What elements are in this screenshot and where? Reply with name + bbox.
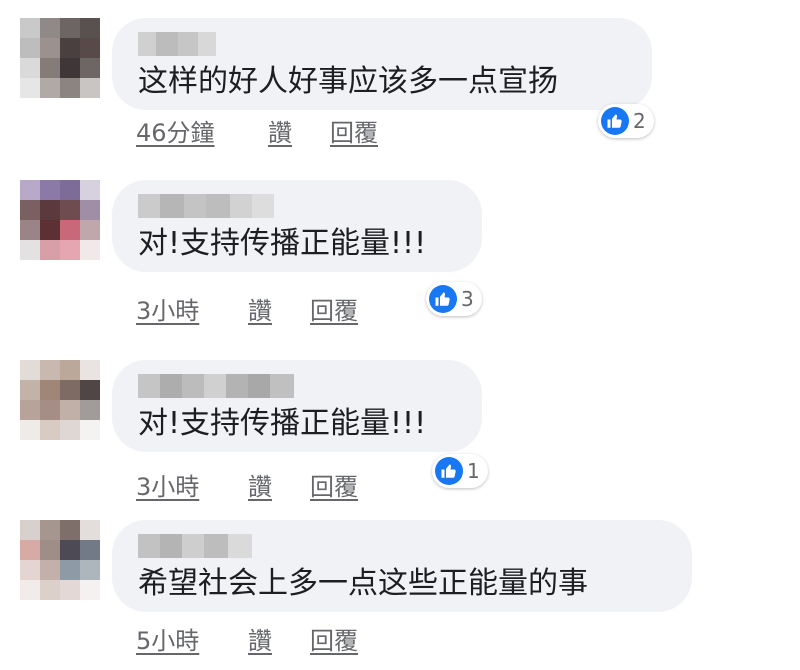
comment-text: 对!支持传播正能量!!!: [138, 226, 427, 261]
reaction-badge[interactable]: 2: [598, 104, 654, 138]
thumbs-up-icon: [601, 107, 629, 135]
comment-bubble: 希望社会上多一点这些正能量的事: [112, 520, 692, 612]
avatar[interactable]: [20, 18, 100, 98]
avatar[interactable]: [20, 520, 100, 600]
like-button[interactable]: 讚: [248, 626, 272, 656]
like-button[interactable]: 讚: [248, 296, 272, 326]
reaction-count: 2: [633, 109, 646, 133]
timestamp-link[interactable]: 46分鐘: [136, 118, 215, 148]
like-button[interactable]: 讚: [268, 118, 292, 148]
reply-button[interactable]: 回覆: [310, 296, 358, 326]
thumbs-up-icon: [429, 285, 457, 313]
timestamp-link[interactable]: 5小時: [136, 626, 199, 656]
commenter-name-blurred[interactable]: [138, 194, 274, 218]
timestamp-link[interactable]: 3小時: [136, 472, 199, 502]
reaction-count: 1: [467, 459, 480, 483]
comment-text: 这样的好人好事应该多一点宣扬: [138, 64, 558, 99]
commenter-name-blurred[interactable]: [138, 32, 216, 56]
reaction-count: 3: [461, 287, 474, 311]
thumbs-up-icon: [435, 457, 463, 485]
avatar[interactable]: [20, 180, 100, 260]
timestamp-link[interactable]: 3小時: [136, 296, 199, 326]
reply-button[interactable]: 回覆: [310, 626, 358, 656]
comment-bubble: 这样的好人好事应该多一点宣扬: [112, 18, 652, 110]
comment-text: 对!支持传播正能量!!!: [138, 406, 427, 441]
comment-text: 希望社会上多一点这些正能量的事: [138, 566, 588, 601]
commenter-name-blurred[interactable]: [138, 374, 294, 398]
comment-bubble: 对!支持传播正能量!!!: [112, 180, 482, 272]
like-button[interactable]: 讚: [248, 472, 272, 502]
commenter-name-blurred[interactable]: [138, 534, 252, 558]
reply-button[interactable]: 回覆: [310, 472, 358, 502]
reaction-badge[interactable]: 1: [432, 454, 488, 488]
reply-button[interactable]: 回覆: [330, 118, 378, 148]
comment-bubble: 对!支持传播正能量!!!: [112, 360, 482, 452]
reaction-badge[interactable]: 3: [426, 282, 482, 316]
avatar[interactable]: [20, 360, 100, 440]
